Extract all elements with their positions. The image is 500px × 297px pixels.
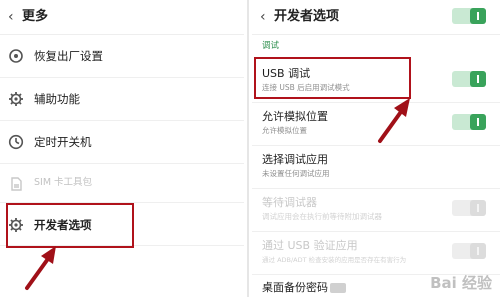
page-title: 更多: [22, 9, 49, 24]
obscured-text: [330, 283, 346, 293]
switch-knob: [470, 71, 486, 87]
mock-location-switch[interactable]: [452, 114, 486, 130]
menu-item-factory-reset[interactable]: 恢复出厂设置: [0, 35, 244, 78]
gear-icon: [8, 91, 24, 107]
section-header-debugging: 调试: [262, 41, 280, 51]
switch-knob: [470, 8, 486, 24]
switch-knob: [470, 114, 486, 130]
clock-icon: [8, 134, 24, 150]
setting-select-debug-app[interactable]: 选择调试应用 未设置任何调试应用: [252, 146, 500, 189]
setting-subtitle: 未设置任何调试应用: [262, 169, 330, 178]
menu-item-accessibility[interactable]: 辅助功能: [0, 78, 244, 121]
developer-options-master-switch[interactable]: [452, 8, 486, 24]
highlight-box-developer-options: [6, 203, 134, 248]
setting-allow-mock-location[interactable]: 允许模拟位置 允许模拟位置: [252, 103, 500, 146]
pointer-arrow-icon: [25, 246, 56, 290]
wait-debugger-switch: [452, 200, 486, 216]
verify-apps-switch: [452, 243, 486, 259]
right-header: ‹ 开发者选项: [252, 0, 500, 35]
more-settings-panel: ‹ 更多 恢复出厂设置 辅助功能 定时开关机 SIM 卡工具包 开发者选项: [0, 0, 244, 297]
setting-verify-apps-over-usb: 通过 USB 验证应用 通过 ADB/ADT 检查安装的应用是否存在有害行为: [252, 232, 500, 275]
setting-title: 允许模拟位置: [262, 110, 328, 123]
setting-wait-for-debugger: 等待调试器 调试应用会在执行前等待附加调试器: [252, 189, 500, 232]
menu-item-scheduled-power[interactable]: 定时开关机: [0, 121, 244, 164]
setting-title: 桌面备份密码: [262, 281, 328, 294]
left-header: ‹ 更多: [0, 0, 244, 35]
menu-item-label: SIM 卡工具包: [34, 177, 93, 188]
setting-subtitle: 通过 ADB/ADT 检查安装的应用是否存在有害行为: [262, 256, 407, 264]
usb-debugging-switch[interactable]: [452, 71, 486, 87]
developer-options-panel: ‹ 开发者选项 调试 USB 调试 连接 USB 后启用调试模式 允许模拟位置 …: [252, 0, 500, 297]
setting-subtitle: 允许模拟位置: [262, 126, 307, 135]
switch-knob: [470, 243, 486, 259]
back-arrow-icon[interactable]: ‹: [260, 8, 274, 26]
menu-item-label: 辅助功能: [34, 92, 80, 106]
setting-title: 等待调试器: [262, 196, 317, 209]
menu-item-label: 恢复出厂设置: [34, 49, 103, 63]
highlight-box-usb-debugging: [254, 57, 411, 99]
watermark-logo: Bai 经验: [430, 274, 492, 292]
setting-subtitle: 调试应用会在执行前等待附加调试器: [262, 212, 382, 221]
back-arrow-icon[interactable]: ‹: [8, 8, 22, 26]
switch-knob: [470, 200, 486, 216]
menu-item-sim-toolkit: SIM 卡工具包: [0, 164, 244, 203]
panel-divider: [244, 0, 252, 297]
restore-icon: [8, 48, 24, 64]
page-title: 开发者选项: [274, 9, 340, 24]
sim-card-icon: [8, 176, 24, 192]
setting-title: 选择调试应用: [262, 153, 328, 166]
setting-title: 通过 USB 验证应用: [262, 239, 358, 252]
menu-item-label: 定时开关机: [34, 135, 92, 149]
